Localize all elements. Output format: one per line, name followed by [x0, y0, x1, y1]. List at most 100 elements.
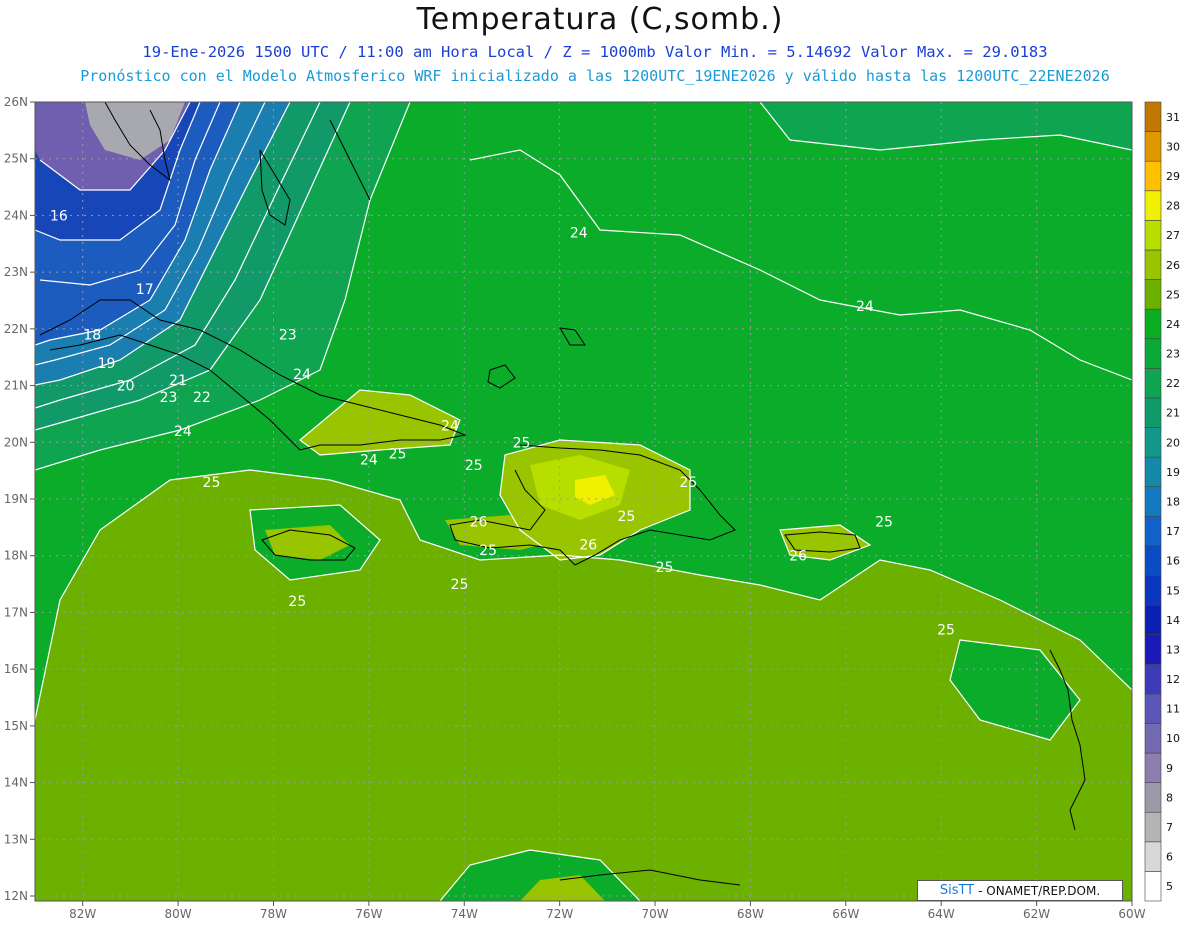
colorbar-level-label: 25 [1166, 288, 1180, 301]
contour-value-label: 25 [389, 447, 407, 463]
lat-label: 18N [4, 549, 28, 563]
colorbar-swatch [1144, 575, 1162, 606]
colorbar-level-label: 14 [1166, 614, 1180, 627]
contour-value-label: 25 [465, 458, 483, 474]
colorbar-swatch [1144, 249, 1162, 280]
credit-text: - ONAMET/REP.DOM. [978, 883, 1101, 898]
contour-value-label: 17 [136, 282, 154, 298]
colorbar-swatch [1144, 486, 1162, 517]
contour-value-label: 25 [875, 515, 893, 531]
colorbar-swatch [1144, 456, 1162, 488]
colorbar-swatch [1144, 190, 1162, 221]
colorbar-level-label: 23 [1166, 348, 1180, 361]
lon-label: 64W [928, 907, 955, 921]
colorbar-swatch [1144, 545, 1162, 576]
contour-value-label: 21 [169, 373, 187, 389]
colorbar-level-label: 9 [1166, 762, 1173, 775]
contour-value-label: 23 [279, 328, 297, 344]
colorbar-level-label: 18 [1166, 496, 1180, 509]
lon-label: 62W [1023, 907, 1050, 921]
lon-label: 68W [737, 907, 764, 921]
lat-label: 21N [4, 379, 28, 393]
colorbar-level-label: 22 [1166, 377, 1180, 390]
colorbar-level-label: 16 [1166, 555, 1180, 568]
colorbar-swatch [1144, 634, 1162, 665]
colorbar-level-label: 30 [1166, 140, 1180, 153]
colorbar-level-label: 7 [1166, 821, 1173, 834]
brand-logo-text: SisTT [939, 883, 975, 898]
contour-value-label: 24 [293, 367, 311, 383]
contour-value-label: 25 [288, 594, 306, 610]
contour-value-label: 24 [360, 452, 378, 468]
latitude-axis: 26N 25N 24N 23N 22N 21N 20N 19N 18N 17N 16N 15N 14N 1… [4, 95, 35, 903]
colorbar-level-label: 17 [1166, 525, 1180, 538]
colorbar-level-label: 8 [1166, 791, 1173, 804]
colorbar-level-label: 11 [1166, 703, 1180, 716]
colorbar-swatch [1144, 160, 1162, 192]
contour-value-label: 19 [98, 356, 116, 372]
colorbar-level-label: 5 [1166, 880, 1173, 893]
contour-value-label: 25 [656, 560, 674, 576]
map-plot-area [35, 102, 1132, 901]
lon-label: 60W [1118, 907, 1145, 921]
credit-box: SisTT - ONAMET/REP.DOM. [917, 880, 1123, 901]
colorbar-swatch [1144, 131, 1162, 162]
lat-label: 24N [4, 208, 28, 222]
lon-label: 82W [69, 907, 96, 921]
colorbar-level-label: 21 [1166, 407, 1180, 420]
colorbar-swatch [1144, 427, 1162, 458]
lon-label: 78W [260, 907, 287, 921]
colorbar-swatch [1144, 220, 1162, 251]
lat-label: 12N [4, 889, 28, 903]
lat-label: 25N [4, 152, 28, 166]
longitude-axis: 82W 80W 78W 76W 74W 72W 70W 68W 66W 64W 62W 60W [69, 901, 1146, 921]
lon-label: 80W [165, 907, 192, 921]
colorbar-level-label: 28 [1166, 200, 1180, 213]
lat-label: 16N [4, 662, 28, 676]
colorbar-level-label: 10 [1166, 732, 1180, 745]
contour-value-label: 24 [174, 424, 192, 440]
colorbar-swatch [1144, 663, 1162, 695]
contour-value-label: 26 [470, 515, 488, 531]
contour-value-label: 25 [203, 475, 221, 491]
contour-value-label: 25 [479, 543, 497, 559]
colorbar-swatch [1144, 338, 1162, 369]
lat-label: 14N [4, 776, 28, 790]
temperature-colorbar: 5 6 7 8 9 10 11 12 13 14 15 16 17 18 19 20 21 22 23 24 25 26 2… [1144, 101, 1180, 902]
lon-label: 72W [546, 907, 573, 921]
lat-label: 23N [4, 265, 28, 279]
colorbar-swatch [1144, 101, 1162, 132]
colorbar-swatch [1144, 368, 1162, 399]
colorbar-swatch [1144, 782, 1162, 813]
colorbar-swatch [1144, 604, 1162, 635]
lat-label: 22N [4, 322, 28, 336]
contour-value-label: 25 [451, 577, 469, 593]
colorbar-level-label: 15 [1166, 584, 1180, 597]
lat-label: 13N [4, 832, 28, 846]
contour-value-label: 22 [193, 390, 211, 406]
temperature-map: 26N 25N 24N 23N 22N 21N 20N 19N 18N 17N 16N 15N 14N 1… [4, 95, 1180, 921]
colorbar-level-label: 13 [1166, 643, 1180, 656]
colorbar-swatch [1144, 515, 1162, 547]
contour-value-label: 26 [579, 537, 597, 553]
lon-label: 74W [451, 907, 478, 921]
colorbar-swatch [1144, 841, 1162, 872]
contour-value-label: 26 [789, 549, 807, 565]
lat-label: 17N [4, 605, 28, 619]
contour-value-label: 18 [83, 328, 101, 344]
colorbar-swatch [1144, 723, 1162, 754]
colorbar-level-label: 12 [1166, 673, 1180, 686]
lat-label: 26N [4, 95, 28, 109]
colorbar-swatch [1144, 308, 1162, 340]
contour-value-label: 25 [618, 509, 636, 525]
colorbar-level-label: 31 [1166, 111, 1180, 124]
contour-value-label: 16 [50, 208, 68, 224]
contour-value-label: 24 [856, 299, 874, 315]
colorbar-level-label: 24 [1166, 318, 1180, 331]
lon-label: 76W [355, 907, 382, 921]
contour-value-label: 25 [680, 475, 698, 491]
colorbar-level-label: 19 [1166, 466, 1180, 479]
lat-label: 19N [4, 492, 28, 506]
contour-value-label: 24 [570, 225, 588, 241]
colorbar-level-label: 29 [1166, 170, 1180, 183]
